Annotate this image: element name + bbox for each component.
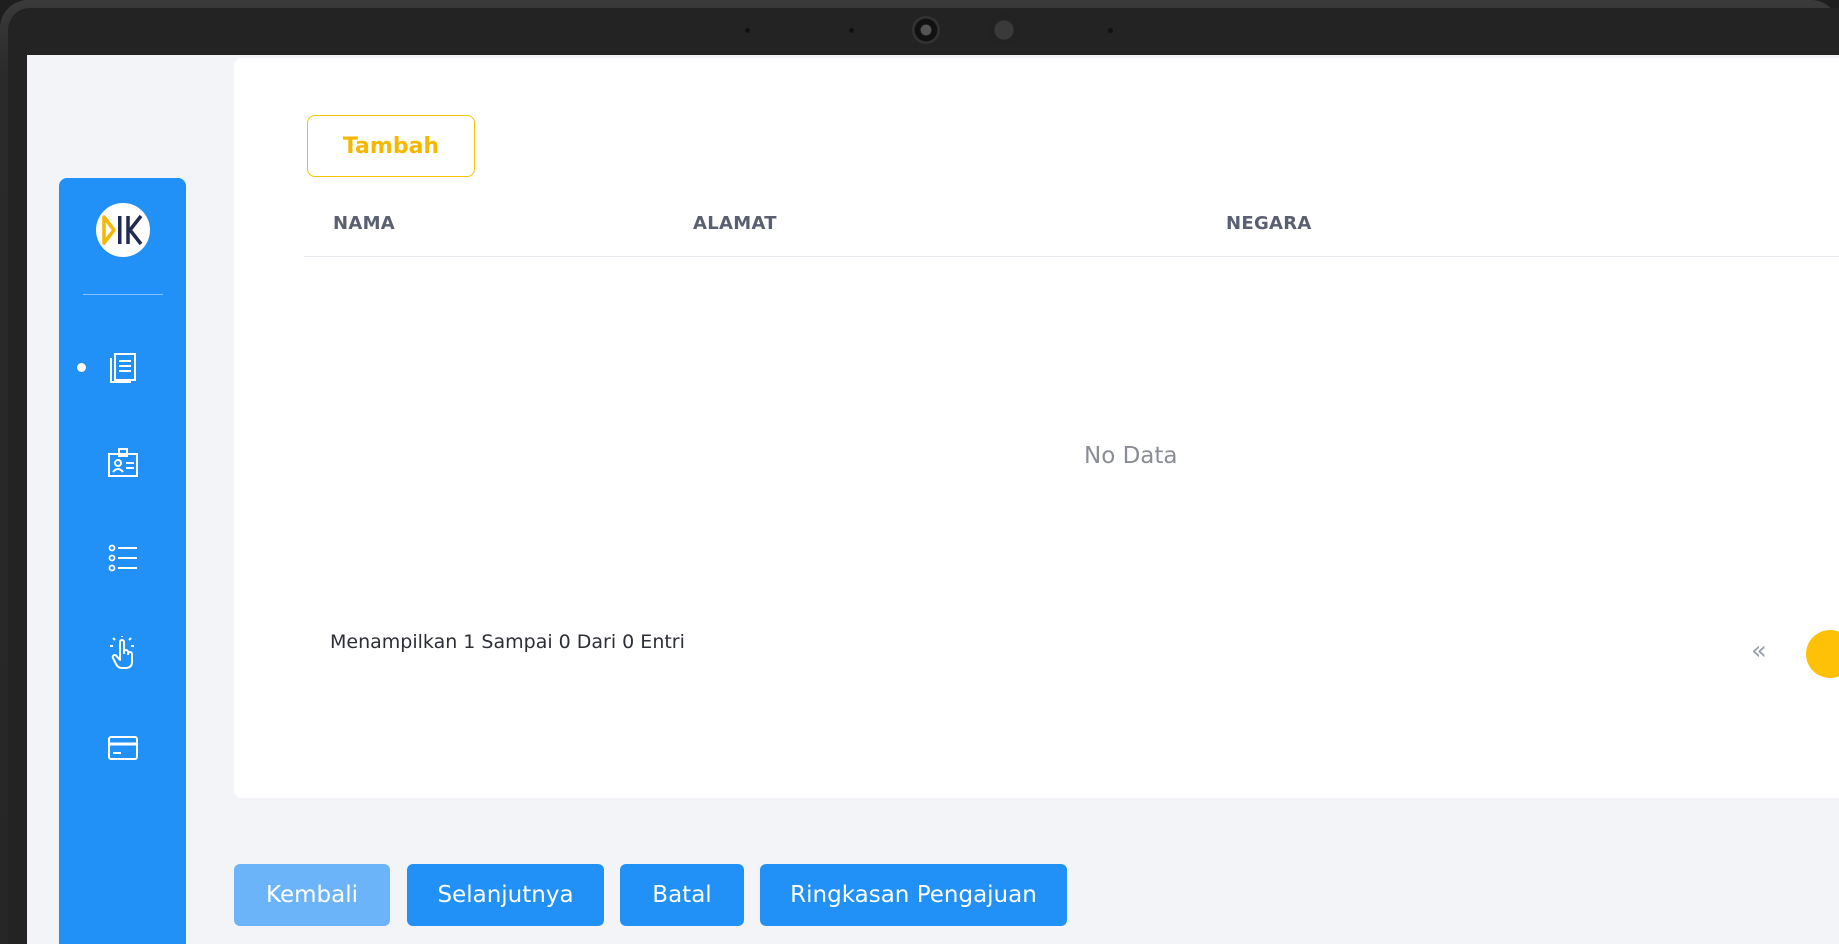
webcam-sensor — [988, 14, 1020, 46]
credit-card-icon — [108, 736, 138, 760]
cancel-button[interactable]: Batal — [620, 864, 744, 926]
sidebar-item-payment[interactable] — [99, 724, 147, 772]
active-indicator — [77, 363, 86, 372]
sidebar-item-list[interactable] — [99, 534, 147, 582]
back-button[interactable]: Kembali — [234, 864, 390, 926]
id-card-icon — [108, 448, 138, 477]
add-button[interactable]: Tambah — [307, 115, 475, 177]
sidebar — [59, 178, 186, 944]
column-header-negara[interactable]: NEGARA — [1226, 213, 1312, 234]
brand-logo[interactable] — [96, 203, 150, 257]
double-chevron-left-icon[interactable]: « — [1751, 636, 1767, 666]
column-header-nama[interactable]: NAMA — [333, 213, 395, 234]
document-icon — [110, 353, 136, 383]
sensor-dot — [849, 28, 854, 33]
webcam-lens — [912, 16, 940, 44]
column-header-alamat[interactable]: ALAMAT — [693, 213, 777, 234]
entries-summary: Menampilkan 1 Sampai 0 Dari 0 Entri — [330, 631, 685, 653]
sensor-dot — [745, 28, 750, 33]
sidebar-item-interaction[interactable] — [99, 629, 147, 677]
sidebar-item-documents[interactable] — [99, 344, 147, 392]
pagination-current-page[interactable] — [1806, 630, 1839, 678]
empty-state-text: No Data — [1084, 443, 1178, 469]
list-icon — [108, 544, 137, 572]
app-screen: Tambah NAMA ALAMAT NEGARA No Data Menamp… — [27, 55, 1839, 944]
table-header-divider — [304, 256, 1839, 257]
brand-logo-mark — [102, 214, 143, 246]
next-button[interactable]: Selanjutnya — [407, 864, 604, 926]
sidebar-item-identity[interactable] — [99, 439, 147, 487]
content-card: Tambah NAMA ALAMAT NEGARA No Data Menamp… — [234, 58, 1839, 798]
summary-button[interactable]: Ringkasan Pengajuan — [760, 864, 1067, 926]
sensor-dot — [1108, 28, 1113, 33]
sidebar-divider — [83, 294, 163, 295]
tap-hand-icon — [110, 636, 134, 669]
